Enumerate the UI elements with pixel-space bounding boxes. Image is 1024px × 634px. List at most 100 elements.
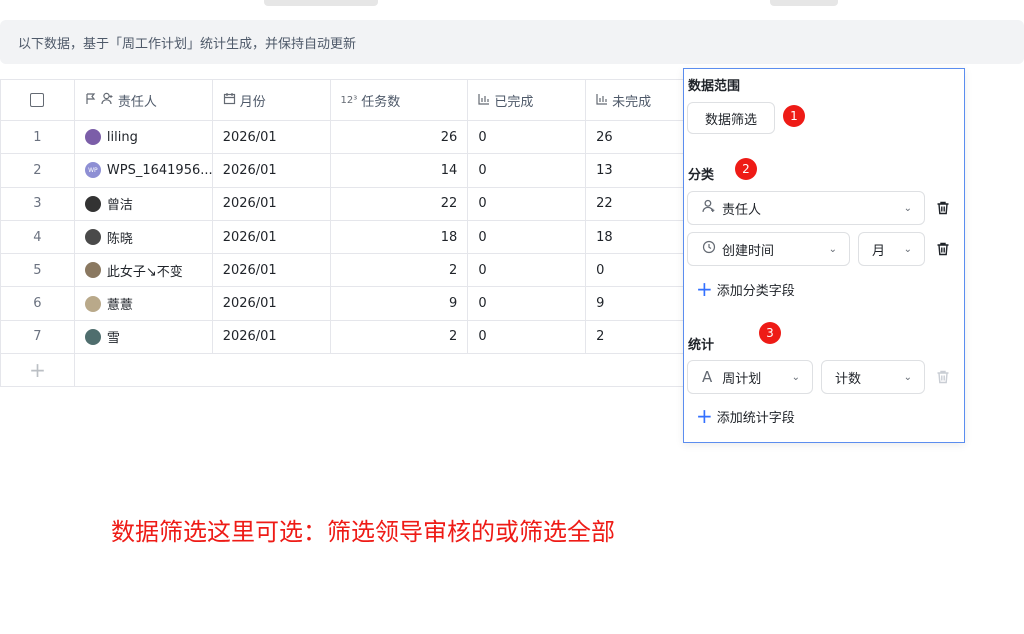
- avatar: [84, 195, 101, 212]
- info-bar: 以下数据，基于「周工作计划」统计生成，并保持自动更新: [0, 20, 1024, 64]
- month-cell[interactable]: 2026/01: [213, 154, 331, 187]
- delete-category-field1-trash-icon[interactable]: [934, 199, 952, 217]
- table-row[interactable]: 1 liling 2026/01 26 0 26: [1, 121, 690, 155]
- owner-name: 雪: [106, 331, 120, 347]
- owner-cell[interactable]: 此女子↘不变: [75, 254, 213, 287]
- owner-cell[interactable]: WP WPS_1641956...: [75, 154, 213, 187]
- avatar: [84, 262, 101, 279]
- tasks-cell[interactable]: 2: [331, 254, 469, 287]
- table-row[interactable]: 5 此女子↘不变 2026/01 2 0 0: [1, 254, 690, 288]
- owner-name: 此女子↘不变: [106, 264, 183, 280]
- table-row[interactable]: 3 曾洁 2026/01 22 0 22: [1, 187, 690, 221]
- top-tab-stub-left: [264, 0, 378, 6]
- row-index: 6: [1, 287, 75, 320]
- column-header-month[interactable]: 月份: [213, 80, 331, 120]
- delete-stats-field-trash-icon: [934, 368, 952, 386]
- person-icon: [702, 199, 716, 217]
- avatar: [84, 295, 101, 312]
- delete-category-field2-trash-icon[interactable]: [934, 240, 952, 258]
- done-cell[interactable]: 0: [468, 320, 587, 354]
- owner-name: 陈晓: [106, 231, 133, 247]
- column-header-undone[interactable]: 未完成: [586, 80, 690, 120]
- clock-icon: [702, 240, 716, 258]
- done-cell[interactable]: 0: [468, 254, 587, 287]
- done-cell[interactable]: 0: [468, 187, 587, 220]
- owner-cell[interactable]: 曾洁: [75, 187, 213, 220]
- undone-cell[interactable]: 22: [586, 188, 690, 220]
- app-root: 以下数据，基于「周工作计划」统计生成，并保持自动更新 责任人 月份 12³ 任务…: [0, 0, 1024, 634]
- plus-icon: +: [696, 404, 713, 428]
- stats-method-select[interactable]: 计数 ⌄: [821, 360, 925, 394]
- tasks-cell[interactable]: 26: [331, 121, 469, 154]
- table-body: 1 liling 2026/01 26 0 26 2 WP WPS_164195…: [1, 121, 690, 355]
- owner-name: WPS_1641956...: [106, 162, 213, 178]
- stats-title: 统计: [688, 338, 715, 353]
- data-filter-button[interactable]: 数据筛选: [687, 102, 775, 134]
- owner-cell[interactable]: liling: [75, 121, 213, 154]
- month-cell[interactable]: 2026/01: [213, 121, 331, 154]
- tasks-cell[interactable]: 2: [331, 320, 469, 354]
- month-cell[interactable]: 2026/01: [213, 287, 331, 320]
- row-index: 7: [1, 320, 75, 354]
- add-stats-field-link[interactable]: + 添加统计字段: [696, 406, 795, 426]
- bar-chart-icon: [478, 93, 490, 108]
- month-cell[interactable]: 2026/01: [213, 320, 331, 354]
- time-granularity-select[interactable]: 月 ⌄: [858, 232, 925, 266]
- month-cell[interactable]: 2026/01: [213, 187, 331, 220]
- select-all-checkbox[interactable]: [30, 93, 45, 107]
- undone-cell[interactable]: 13: [586, 154, 690, 186]
- add-row[interactable]: +: [1, 354, 690, 388]
- category-field-created-time-select[interactable]: 创建时间 ⌄: [687, 232, 850, 266]
- select-all-cell[interactable]: [1, 80, 75, 120]
- column-header-owner[interactable]: 责任人: [75, 80, 213, 120]
- chevron-down-icon: ⌄: [791, 371, 800, 383]
- flag-icon: [85, 92, 97, 108]
- plus-icon: +: [696, 277, 713, 301]
- add-row-plus-icon[interactable]: +: [1, 354, 75, 387]
- owner-name: 薏薏: [106, 298, 133, 314]
- tasks-cell[interactable]: 9: [331, 287, 469, 320]
- row-index: 3: [1, 187, 75, 220]
- row-index: 1: [1, 121, 75, 154]
- category-field-owner-select[interactable]: 责任人 ⌄: [687, 191, 925, 225]
- owner-cell[interactable]: 薏薏: [75, 287, 213, 320]
- owner-cell[interactable]: 雪: [75, 320, 213, 354]
- table-row[interactable]: 7 雪 2026/01 2 0 2: [1, 320, 690, 355]
- undone-cell[interactable]: 2: [586, 321, 690, 353]
- column-header-tasks[interactable]: 12³ 任务数: [331, 80, 469, 120]
- avatar: WP: [84, 162, 101, 179]
- undone-cell[interactable]: 26: [586, 121, 690, 153]
- month-cell[interactable]: 2026/01: [213, 220, 331, 254]
- tasks-cell[interactable]: 14: [331, 154, 469, 187]
- stats-field-select[interactable]: A 周计划 ⌄: [687, 360, 813, 394]
- table-row[interactable]: 2 WP WPS_1641956... 2026/01 14 0 13: [1, 154, 690, 188]
- done-cell[interactable]: 0: [468, 121, 587, 154]
- undone-cell[interactable]: 9: [586, 287, 690, 319]
- column-header-done[interactable]: 已完成: [468, 80, 587, 120]
- chevron-down-icon: ⌄: [828, 243, 837, 255]
- add-category-field-link[interactable]: + 添加分类字段: [696, 279, 795, 299]
- text-field-icon: A: [702, 368, 713, 386]
- calendar-icon: [223, 92, 236, 108]
- tasks-cell[interactable]: 22: [331, 187, 469, 220]
- month-cell[interactable]: 2026/01: [213, 254, 331, 287]
- done-cell[interactable]: 0: [468, 154, 587, 187]
- table-header: 责任人 月份 12³ 任务数 已完成 未完成: [1, 80, 690, 121]
- done-cell[interactable]: 0: [468, 220, 587, 254]
- annotation-badge-2: 2: [735, 158, 757, 180]
- owner-name: 曾洁: [106, 198, 133, 214]
- avatar: [84, 328, 101, 345]
- undone-cell[interactable]: 0: [586, 254, 690, 286]
- annotation-note: 数据筛选这里可选：筛选领导审核的或筛选全部: [111, 518, 615, 546]
- chevron-down-icon: ⌄: [903, 371, 912, 383]
- undone-cell[interactable]: 18: [586, 221, 690, 253]
- top-tab-stub-right: [770, 0, 838, 6]
- category-title: 分类: [688, 168, 715, 183]
- done-cell[interactable]: 0: [468, 287, 587, 320]
- table-row[interactable]: 4 陈晓 2026/01 18 0 18: [1, 220, 690, 255]
- tasks-cell[interactable]: 18: [331, 220, 469, 254]
- table-row[interactable]: 6 薏薏 2026/01 9 0 9: [1, 287, 690, 321]
- bar-chart-icon: [596, 93, 608, 108]
- person-icon: [101, 92, 114, 108]
- owner-cell[interactable]: 陈晓: [75, 220, 213, 254]
